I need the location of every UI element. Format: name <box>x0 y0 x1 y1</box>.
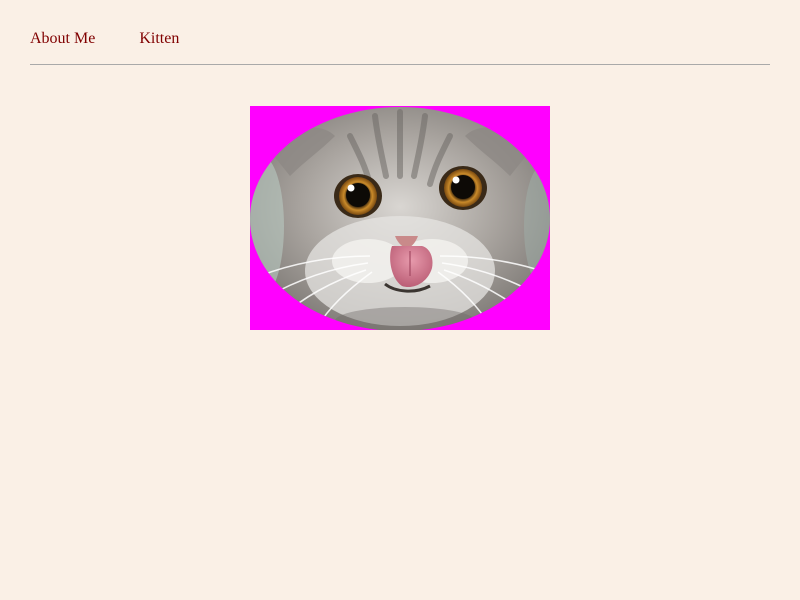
left-eye <box>334 174 382 218</box>
top-nav: About Me Kitten <box>30 29 179 48</box>
right-eye <box>439 166 487 210</box>
nav-link-about-me[interactable]: About Me <box>30 29 95 48</box>
nav-divider <box>30 64 770 65</box>
nav-link-kitten[interactable]: Kitten <box>139 29 179 48</box>
kitten-photo <box>250 106 550 330</box>
